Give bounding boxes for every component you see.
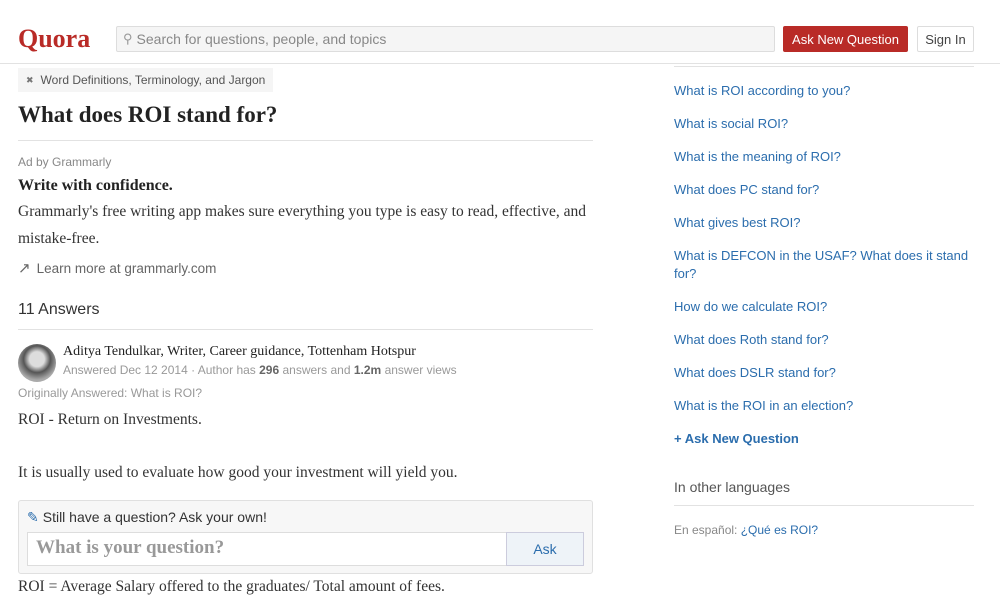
- sidebar-ask-new-question[interactable]: + Ask New Question: [674, 431, 974, 446]
- related-question-link[interactable]: What is ROI according to you?: [674, 82, 974, 100]
- page-title: What does ROI stand for?: [18, 102, 593, 141]
- related-question-link[interactable]: What gives best ROI?: [674, 214, 974, 232]
- answer-text: It is usually used to evaluate how good …: [18, 464, 458, 481]
- ask-new-question-button[interactable]: Ask New Question: [783, 26, 908, 52]
- spanish-link[interactable]: ¿Qué es ROI?: [741, 523, 818, 537]
- close-icon[interactable]: ✖: [26, 75, 34, 86]
- pencil-icon: ✎: [27, 509, 39, 525]
- related-question-link[interactable]: What does PC stand for?: [674, 181, 974, 199]
- ad-title[interactable]: Write with confidence.: [18, 177, 593, 195]
- plus-icon: +: [674, 431, 685, 446]
- related-questions: What is ROI according to you? What is so…: [674, 82, 974, 415]
- ad-by: Ad by Grammarly: [18, 155, 112, 169]
- avatar[interactable]: [18, 344, 56, 382]
- ask-button[interactable]: Ask: [506, 532, 584, 566]
- language-entry: En español: ¿Qué es ROI?: [674, 523, 819, 537]
- related-question-link[interactable]: What does Roth stand for?: [674, 331, 974, 349]
- related-question-link[interactable]: What is the meaning of ROI?: [674, 148, 974, 166]
- answer-meta: Answered Dec 12 2014 · Author has 296 an…: [63, 363, 457, 377]
- author-name[interactable]: Aditya Tendulkar, Writer, Career guidanc…: [63, 344, 457, 360]
- topic-tag[interactable]: ✖ Word Definitions, Terminology, and Jarg…: [18, 68, 274, 92]
- answer-author: Aditya Tendulkar, Writer, Career guidanc…: [18, 344, 593, 382]
- ad-link[interactable]: ↗ Learn more at grammarly.com: [18, 259, 593, 277]
- ad-link-text: Learn more at grammarly.com: [36, 260, 217, 276]
- question-input[interactable]: What is your question?: [27, 532, 507, 566]
- related-question-link[interactable]: What does DSLR stand for?: [674, 364, 974, 382]
- answer-text: ROI - Return on Investments.: [18, 411, 202, 428]
- topic-label: Word Definitions, Terminology, and Jargo…: [40, 73, 266, 87]
- related-question-link[interactable]: How do we calculate ROI?: [674, 298, 974, 316]
- ad-body: Grammarly's free writing app makes sure …: [18, 203, 587, 247]
- sign-in-button[interactable]: Sign In: [917, 26, 974, 52]
- originally-answered[interactable]: Originally Answered: What is ROI?: [18, 386, 593, 400]
- search-icon: ⚲: [123, 31, 133, 46]
- answer-text: ROI = Average Salary offered to the grad…: [18, 578, 445, 595]
- external-link-icon: ↗: [18, 260, 31, 277]
- search-input[interactable]: ⚲ Search for questions, people, and topic…: [116, 26, 775, 52]
- other-languages-heading: In other languages: [674, 479, 974, 506]
- header: Quora ⚲ Search for questions, people, and…: [0, 0, 1000, 64]
- sidebar: What is ROI according to you? What is so…: [674, 66, 974, 539]
- related-question-link[interactable]: What is social ROI?: [674, 115, 974, 133]
- answer-count: 11 Answers: [18, 301, 593, 330]
- quora-logo[interactable]: Quora: [18, 24, 90, 54]
- related-question-link[interactable]: What is DEFCON in the USAF? What does it…: [674, 247, 974, 283]
- ask-your-own-box: ✎ Still have a question? Ask your own! Wh…: [18, 500, 593, 574]
- search-placeholder: Search for questions, people, and topics: [136, 31, 387, 47]
- related-question-link[interactable]: What is the ROI in an election?: [674, 397, 974, 415]
- ask-box-label: ✎ Still have a question? Ask your own!: [27, 509, 267, 525]
